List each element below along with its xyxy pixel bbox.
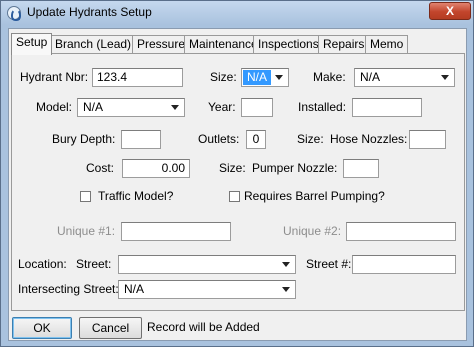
make-value: N/A — [360, 70, 381, 84]
requires-barrel-pumping-checkbox[interactable] — [229, 191, 240, 202]
year-label: Year: — [208, 100, 236, 114]
tab-branch-lead[interactable]: Branch (Lead) — [50, 35, 137, 54]
unique2-label: Unique #2: — [283, 224, 342, 238]
setup-tab-panel: Hydrant Nbr: 123.4 Size: N/A Make: N/A M… — [11, 53, 465, 311]
dialog-window: Update Hydrants Setup X Setup Branch (Le… — [0, 0, 474, 347]
hydrant-nbr-label: Hydrant Nbr: — [20, 70, 89, 84]
street-select[interactable] — [118, 255, 296, 274]
traffic-model-label: Traffic Model? — [98, 189, 174, 203]
pumper-nozzle-input[interactable] — [343, 159, 379, 178]
make-label: Make: — [313, 70, 346, 84]
tab-setup[interactable]: Setup — [11, 33, 53, 55]
installed-label: Installed: — [298, 100, 347, 114]
installed-input[interactable] — [352, 98, 422, 117]
pumper-size-label: Size: — [219, 161, 246, 175]
cancel-button[interactable]: Cancel — [79, 317, 142, 339]
make-select[interactable]: N/A — [354, 68, 455, 87]
window-title: Update Hydrants Setup — [27, 5, 152, 19]
hose-size-label: Size: — [297, 132, 324, 146]
size-label: Size: — [210, 70, 237, 84]
tab-inspections[interactable]: Inspections — [253, 35, 324, 54]
app-icon — [7, 6, 21, 21]
intersecting-street-value: N/A — [124, 282, 145, 296]
unique1-label: Unique #1: — [57, 224, 116, 238]
tab-maintenance[interactable]: Maintenance — [184, 35, 263, 54]
model-select[interactable]: N/A — [77, 98, 185, 117]
size-select[interactable]: N/A — [241, 68, 289, 87]
close-button[interactable]: X — [429, 2, 471, 20]
chevron-down-icon[interactable] — [272, 70, 287, 85]
ok-button[interactable]: OK — [12, 317, 72, 339]
intersecting-street-label: Intersecting Street: — [18, 282, 119, 296]
bury-depth-label: Bury Depth: — [52, 132, 116, 146]
hose-nozzles-label: Hose Nozzles: — [330, 132, 408, 146]
chevron-down-icon[interactable] — [279, 282, 294, 297]
pumper-nozzle-label: Pumper Nozzle: — [252, 161, 338, 175]
model-label: Model: — [36, 100, 73, 114]
chevron-down-icon[interactable] — [168, 100, 183, 115]
tab-repairs[interactable]: Repairs — [318, 35, 370, 54]
chevron-down-icon[interactable] — [438, 70, 453, 85]
street-num-input[interactable] — [352, 255, 456, 274]
requires-barrel-pumping-label: Requires Barrel Pumping? — [244, 189, 385, 203]
unique1-input[interactable] — [121, 222, 231, 241]
cost-input[interactable]: 0.00 — [122, 159, 190, 178]
size-value: N/A — [243, 70, 272, 85]
tab-memo[interactable]: Memo — [365, 35, 409, 54]
unique2-input[interactable] — [346, 222, 456, 241]
cost-label: Cost: — [86, 161, 115, 175]
outlets-label: Outlets: — [198, 132, 240, 146]
chevron-down-icon[interactable] — [279, 257, 294, 272]
year-input[interactable] — [241, 98, 273, 117]
location-label: Location: — [18, 257, 67, 271]
bury-depth-input[interactable] — [121, 130, 161, 149]
outlets-input[interactable]: 0 — [246, 130, 266, 149]
intersecting-street-select[interactable]: N/A — [118, 280, 296, 299]
traffic-model-checkbox[interactable] — [80, 191, 91, 202]
street-label: Street: — [76, 257, 112, 271]
dialog-body: Setup Branch (Lead) Pressures Maintenanc… — [8, 28, 467, 341]
hose-nozzles-input[interactable] — [409, 130, 446, 149]
title-bar[interactable]: Update Hydrants Setup X — [1, 1, 473, 25]
status-text: Record will be Added — [147, 320, 260, 334]
street-num-label: Street #: — [306, 257, 352, 271]
hydrant-nbr-input[interactable]: 123.4 — [92, 68, 183, 87]
model-value: N/A — [83, 100, 104, 114]
